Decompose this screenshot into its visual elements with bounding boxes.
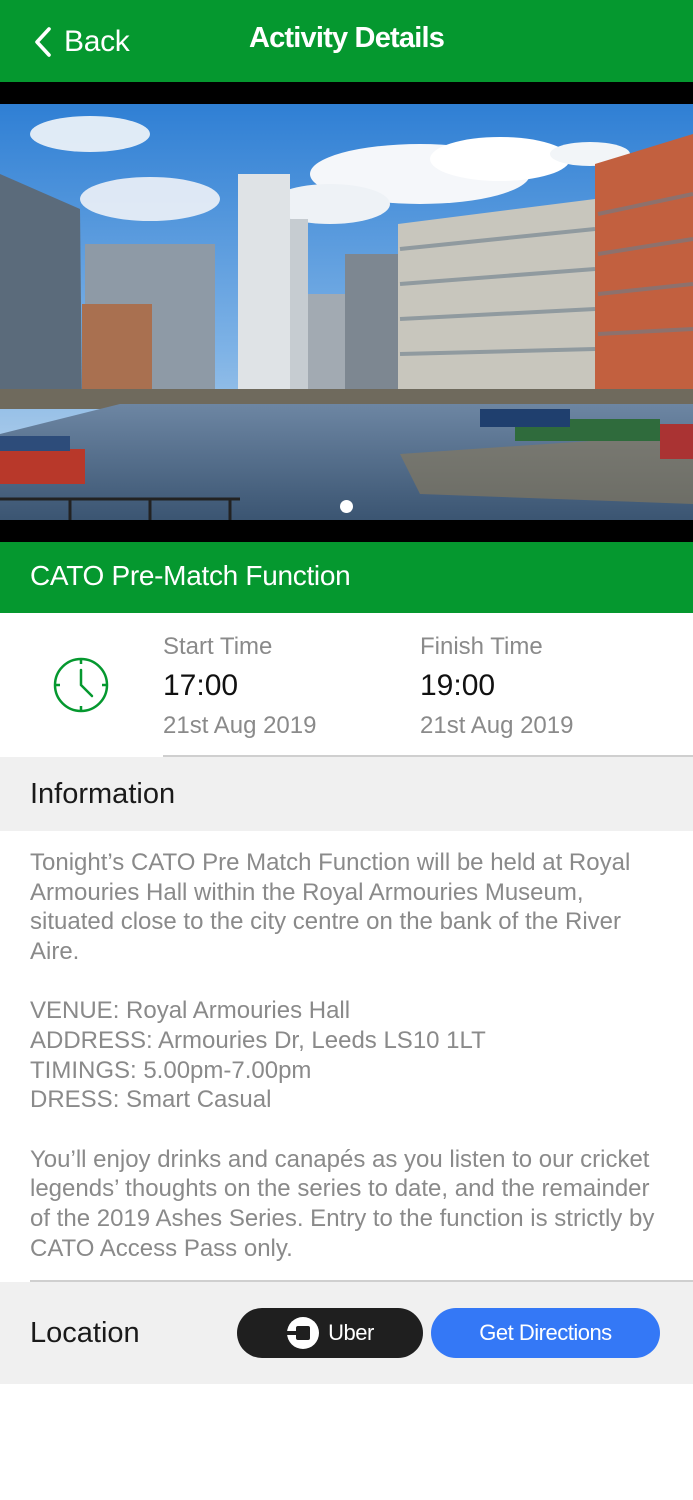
nav-bar: Back Activity Details xyxy=(0,0,693,82)
finish-date: 21st Aug 2019 xyxy=(420,712,574,739)
carousel-indicator xyxy=(0,500,693,516)
info-timings: TIMINGS: 5.00pm-7.00pm xyxy=(30,1056,312,1084)
info-venue: VENUE: Royal Armouries Hall xyxy=(30,997,351,1025)
hero-carousel[interactable] xyxy=(0,82,693,542)
information-heading: Information xyxy=(30,778,176,810)
start-time-block: Start Time 17:00 21st Aug 2019 xyxy=(163,633,316,740)
location-heading: Location xyxy=(30,1317,140,1349)
uber-logo-icon xyxy=(287,1317,320,1349)
get-directions-button[interactable]: Get Directions xyxy=(431,1308,660,1358)
start-time-label: Start Time xyxy=(163,633,273,660)
finish-time-block: Finish Time 19:00 21st Aug 2019 xyxy=(420,633,573,740)
clock-icon xyxy=(53,657,109,713)
information-header: Information xyxy=(0,757,693,831)
info-address: ADDRESS: Armouries Dr, Leeds LS10 1LT xyxy=(30,1026,486,1054)
hero-image xyxy=(0,104,693,520)
start-time-value: 17:00 xyxy=(163,669,239,702)
page-title: Activity Details xyxy=(248,22,445,54)
finish-time-value: 19:00 xyxy=(420,669,496,702)
finish-time-label: Finish Time xyxy=(420,633,543,660)
start-date: 21st Aug 2019 xyxy=(163,712,317,739)
uber-label: Uber xyxy=(328,1320,374,1345)
info-paragraph-intro: Tonight’s CATO Pre Match Function will b… xyxy=(30,849,631,965)
get-directions-label: Get Directions xyxy=(479,1320,612,1345)
event-title: CATO Pre-Match Function xyxy=(30,560,351,591)
uber-button[interactable]: Uber xyxy=(237,1308,423,1358)
location-section: Location Uber Get Directions xyxy=(0,1282,693,1384)
info-paragraph-details: You’ll enjoy drinks and canapés as you l… xyxy=(30,1145,655,1262)
time-section: Start Time 17:00 21st Aug 2019 Finish Ti… xyxy=(0,613,693,757)
information-body: Tonight’s CATO Pre Match Function will b… xyxy=(30,848,670,1263)
info-dress: DRESS: Smart Casual xyxy=(30,1086,272,1114)
event-title-bar: CATO Pre-Match Function xyxy=(0,542,693,613)
carousel-dot[interactable] xyxy=(340,500,353,513)
